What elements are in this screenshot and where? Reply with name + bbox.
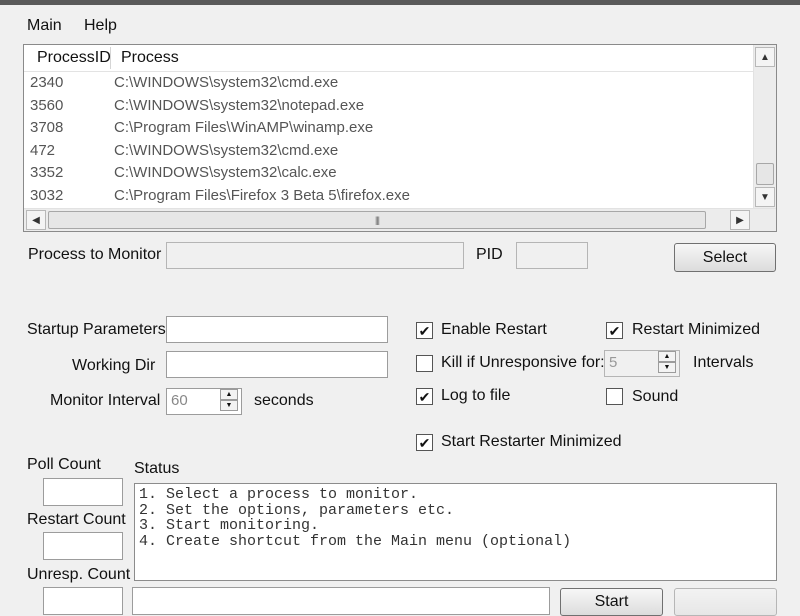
poll-count-field[interactable] [43,478,123,506]
enable-restart-checkbox[interactable]: ✔ [416,322,433,339]
menu-help[interactable]: Help [84,17,117,35]
log-to-file-checkbox[interactable]: ✔ [416,388,433,405]
status-line: 3. Start monitoring. [139,517,320,534]
working-dir-field[interactable] [166,351,388,378]
vertical-scrollbar[interactable]: ▲ ▼ [753,45,776,209]
process-to-monitor-label: Process to Monitor [28,246,162,263]
stop-button[interactable] [674,588,777,616]
kill-intervals-spinner[interactable]: ▲ ▼ [658,351,678,375]
monitor-interval-label: Monitor Interval [50,392,161,409]
chevron-up-icon: ▲ [663,353,671,360]
process-to-monitor-field[interactable] [166,242,464,269]
poll-count-label: Poll Count [27,456,101,473]
scroll-right-button[interactable]: ▶ [730,210,750,230]
startup-parameters-label: Startup Parameters [27,321,166,338]
status-line: 4. Create shortcut from the Main menu (o… [139,532,572,550]
spin-up-button[interactable]: ▲ [658,351,676,362]
start-button[interactable]: Start [560,588,663,616]
check-icon: ✔ [418,434,431,451]
chevron-left-icon: ◀ [32,214,40,226]
start-minimized-checkbox[interactable]: ✔ [416,434,433,451]
row-process: C:\WINDOWS\system32\cmd.exe [114,141,339,159]
unresp-count-field[interactable] [43,587,123,615]
pid-field[interactable] [516,242,588,269]
enable-restart-label[interactable]: Enable Restart [441,321,547,339]
kill-unresponsive-label[interactable]: Kill if Unresponsive for: [441,354,605,372]
table-row[interactable]: 3032 C:\Program Files\Firefox 3 Beta 5\f… [24,185,754,207]
chevron-down-icon: ▼ [760,191,770,203]
row-process: C:\WINDOWS\system32\cmd.exe [114,74,339,91]
intervals-label: Intervals [693,354,754,371]
restart-count-field[interactable] [43,532,123,560]
restart-minimized-checkbox[interactable]: ✔ [606,322,623,339]
kill-unresponsive-checkbox[interactable] [416,355,433,372]
command-field[interactable] [132,587,550,615]
spin-down-button[interactable]: ▼ [658,362,676,373]
row-process: C:\WINDOWS\system32\notepad.exe [114,96,365,114]
unresp-count-label: Unresp. Count [27,566,131,583]
row-pid: 472 [30,141,56,159]
status-textbox[interactable]: 1. Select a process to monitor. 2. Set t… [134,483,777,581]
row-pid: 3352 [30,164,64,181]
process-list[interactable]: ProcessID Process 2340 C:\WINDOWS\system… [23,44,777,232]
menu-main[interactable]: Main [27,17,62,35]
monitor-interval-spinner[interactable]: ▲ ▼ [220,389,240,413]
row-process: C:\WINDOWS\system32\calc.exe [114,164,337,181]
sound-label[interactable]: Sound [632,388,678,406]
chevron-down-icon: ▼ [663,364,671,371]
check-icon: ✔ [418,388,431,405]
check-icon: ✔ [608,322,621,339]
pid-label: PID [476,246,503,263]
select-button[interactable]: Select [674,243,776,272]
row-pid: 3708 [30,119,64,136]
row-process: C:\Program Files\WinAMP\winamp.exe [114,119,374,136]
restart-minimized-label[interactable]: Restart Minimized [632,321,760,339]
chevron-up-icon: ▲ [760,51,770,63]
table-row[interactable]: 2340 C:\WINDOWS\system32\cmd.exe [24,72,754,94]
seconds-label: seconds [254,392,314,409]
startup-parameters-field[interactable] [166,316,388,343]
restart-count-label: Restart Count [27,511,126,528]
table-row[interactable]: 3708 C:\Program Files\WinAMP\winamp.exe [24,117,754,139]
spin-up-button[interactable]: ▲ [220,389,238,400]
status-line: 2. Set the options, parameters etc. [139,501,455,519]
horizontal-scroll-thumb[interactable]: ||| [48,211,706,229]
process-list-header: ProcessID Process [24,45,754,72]
spin-down-button[interactable]: ▼ [220,400,238,411]
start-minimized-label[interactable]: Start Restarter Minimized [441,433,622,451]
scroll-left-button[interactable]: ◀ [26,210,46,230]
working-dir-label: Working Dir [72,357,156,374]
chevron-right-icon: ▶ [736,214,744,226]
sound-checkbox[interactable] [606,388,623,405]
row-process: C:\Program Files\Firefox 3 Beta 5\firefo… [114,186,410,204]
vertical-scroll-thumb[interactable] [756,163,774,185]
status-label: Status [134,460,180,477]
table-row[interactable]: 3560 C:\WINDOWS\system32\notepad.exe [24,95,754,117]
column-header-process[interactable]: Process [121,49,179,67]
check-icon: ✔ [418,322,431,339]
column-separator[interactable] [110,47,111,69]
grip-icon: ||| [374,215,380,225]
chevron-down-icon: ▼ [225,402,233,409]
row-pid: 2340 [30,74,64,91]
chevron-up-icon: ▲ [225,391,233,398]
menu-bar: Main Help [0,5,800,37]
scroll-up-button[interactable]: ▲ [755,47,775,67]
column-header-processid[interactable]: ProcessID [37,49,111,67]
row-pid: 3560 [30,96,64,114]
row-pid: 3032 [30,186,64,204]
table-row[interactable]: 472 C:\WINDOWS\system32\cmd.exe [24,140,754,162]
table-row[interactable]: 3352 C:\WINDOWS\system32\calc.exe [24,162,754,184]
horizontal-scrollbar[interactable]: ◀ ||| ▶ [24,208,776,231]
log-to-file-label[interactable]: Log to file [441,387,510,405]
status-line: 1. Select a process to monitor. [139,486,419,503]
scroll-down-button[interactable]: ▼ [755,187,775,207]
